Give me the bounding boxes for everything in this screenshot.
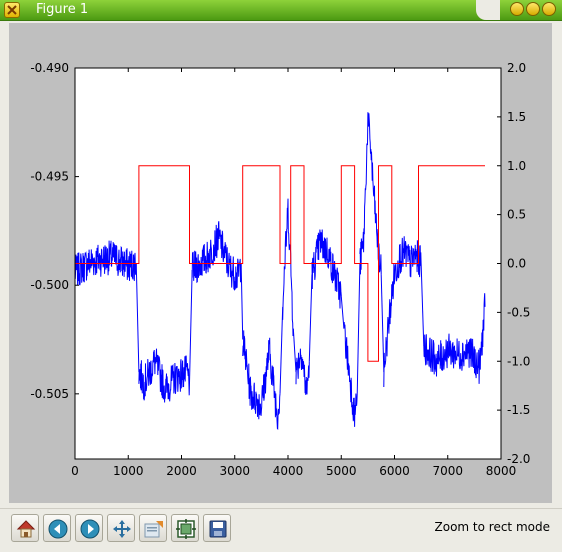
home-button[interactable]	[11, 514, 39, 542]
x-tick-label: 1000	[113, 464, 144, 478]
y-left-tick-label: -0.505	[30, 387, 69, 401]
y-right-tick-label: 0.5	[507, 208, 526, 222]
subplots-icon	[176, 519, 196, 539]
y-left-tick-label: -0.490	[30, 61, 69, 75]
home-icon	[16, 520, 36, 538]
close-icon[interactable]	[542, 2, 556, 16]
y-right-tick-label: -1.5	[507, 403, 530, 417]
pan-icon	[113, 520, 131, 538]
y-left-tick-label: -0.500	[30, 278, 69, 292]
maximize-icon[interactable]	[526, 2, 540, 16]
status-message: Zoom to rect mode	[434, 520, 550, 534]
chart-plot: 0 1000 2000 3000 4000 5000 6000 7000 8000 -0.490 -…	[30, 61, 530, 478]
x-tick-label: 2000	[166, 464, 197, 478]
shade-icon[interactable]	[510, 2, 524, 16]
y-right-tick-label: 0.0	[507, 257, 526, 271]
y-right-tick-label: -2.0	[507, 452, 530, 466]
x-tick-label: 7000	[432, 464, 463, 478]
y-right-tick-label: -0.5	[507, 305, 530, 319]
figure-canvas[interactable]: 0 1000 2000 3000 4000 5000 6000 7000 8000 -0.490 -…	[9, 23, 552, 503]
x-tick-label: 8000	[486, 464, 517, 478]
y-left-tick-label: -0.495	[30, 170, 69, 184]
save-button[interactable]	[203, 514, 231, 542]
close-window-icon[interactable]	[4, 2, 20, 18]
x-tick-label: 4000	[273, 464, 304, 478]
y-right-tick-label: -1.0	[507, 354, 530, 368]
pan-button[interactable]	[107, 514, 135, 542]
navigation-toolbar: Zoom to rect mode	[0, 508, 562, 552]
x-tick-label: 6000	[379, 464, 410, 478]
subplots-button[interactable]	[171, 514, 199, 542]
x-tick-label: 5000	[326, 464, 357, 478]
save-icon	[209, 520, 227, 538]
figure-window: Figure 1 0 1000 2000 3000 4000 5000 6000 7000 80…	[0, 0, 562, 552]
x-tick-label: 0	[71, 464, 79, 478]
back-button[interactable]	[43, 514, 71, 542]
zoom-rect-icon	[144, 521, 163, 538]
title-bar: Figure 1	[0, 0, 562, 21]
y-right-tick-label: 1.5	[507, 110, 526, 124]
forward-arrow-icon	[80, 519, 100, 539]
zoom-rect-button[interactable]	[139, 514, 167, 542]
y-right-tick-label: 1.0	[507, 159, 526, 173]
window-title: Figure 1	[36, 2, 89, 17]
x-tick-label: 3000	[219, 464, 250, 478]
forward-button[interactable]	[75, 514, 103, 542]
back-arrow-icon	[48, 519, 68, 539]
y-right-tick-label: 2.0	[507, 61, 526, 75]
